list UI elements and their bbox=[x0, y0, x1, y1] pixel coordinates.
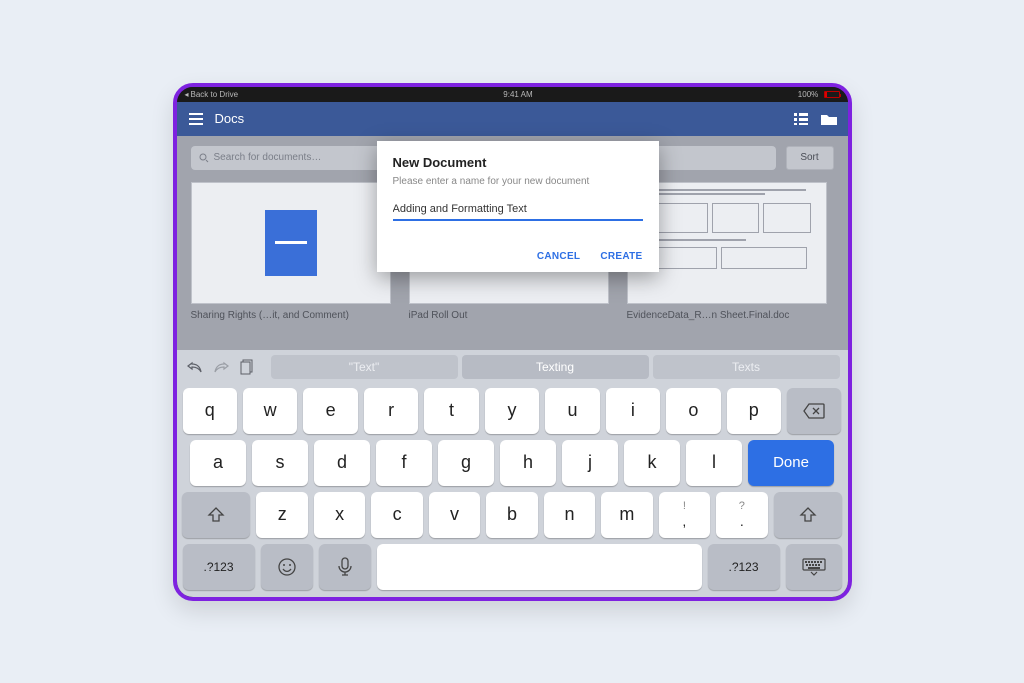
key-k[interactable]: k bbox=[624, 440, 680, 486]
doc-title: iPad Roll Out bbox=[409, 310, 609, 321]
key-l[interactable]: l bbox=[686, 440, 742, 486]
battery-icon bbox=[824, 91, 840, 98]
ios-status-bar: ◂Back to Drive 9:41 AM 100% bbox=[177, 87, 848, 102]
key-backspace[interactable] bbox=[787, 388, 841, 434]
key-numbers[interactable]: .?123 bbox=[183, 544, 255, 590]
key-q[interactable]: q bbox=[183, 388, 237, 434]
key-v[interactable]: v bbox=[429, 492, 480, 538]
key-o[interactable]: o bbox=[666, 388, 720, 434]
dialog-title: New Document bbox=[393, 155, 643, 170]
key-emoji[interactable] bbox=[261, 544, 313, 590]
key-r[interactable]: r bbox=[364, 388, 418, 434]
key-p[interactable]: p bbox=[727, 388, 781, 434]
key-z[interactable]: z bbox=[256, 492, 307, 538]
dialog-subtitle: Please enter a name for your new documen… bbox=[393, 176, 643, 187]
kb-suggestion[interactable]: Texts bbox=[653, 355, 840, 379]
key-c[interactable]: c bbox=[371, 492, 422, 538]
folder-icon[interactable] bbox=[820, 110, 838, 128]
kb-suggestion[interactable]: "Text" bbox=[271, 355, 458, 379]
menu-icon[interactable] bbox=[187, 110, 205, 128]
key-dictation[interactable] bbox=[319, 544, 371, 590]
key-shift[interactable] bbox=[182, 492, 250, 538]
key-b[interactable]: b bbox=[486, 492, 537, 538]
key-shift[interactable] bbox=[774, 492, 842, 538]
app-header: Docs bbox=[177, 102, 848, 136]
key-hide-keyboard[interactable] bbox=[786, 544, 842, 590]
key-t[interactable]: t bbox=[424, 388, 478, 434]
key-e[interactable]: e bbox=[303, 388, 357, 434]
list-view-icon[interactable] bbox=[792, 110, 810, 128]
cancel-button[interactable]: CANCEL bbox=[537, 251, 580, 262]
key-punct[interactable]: ?. bbox=[716, 492, 767, 538]
doc-title: Sharing Rights (…it, and Comment) bbox=[191, 310, 391, 321]
key-y[interactable]: y bbox=[485, 388, 539, 434]
key-x[interactable]: x bbox=[314, 492, 365, 538]
key-u[interactable]: u bbox=[545, 388, 599, 434]
status-right: 100% bbox=[798, 90, 840, 99]
key-f[interactable]: f bbox=[376, 440, 432, 486]
app-title: Docs bbox=[215, 111, 245, 126]
key-i[interactable]: i bbox=[606, 388, 660, 434]
doc-title: EvidenceData_R…n Sheet.Final.doc bbox=[627, 310, 827, 321]
doc-card[interactable]: Sharing Rights (…it, and Comment) bbox=[191, 182, 391, 321]
key-n[interactable]: n bbox=[544, 492, 595, 538]
document-name-input[interactable] bbox=[393, 197, 643, 221]
key-j[interactable]: j bbox=[562, 440, 618, 486]
undo-icon[interactable] bbox=[185, 357, 205, 377]
sort-button[interactable]: Sort bbox=[786, 146, 834, 170]
key-numbers[interactable]: .?123 bbox=[708, 544, 780, 590]
create-button[interactable]: CREATE bbox=[600, 251, 642, 262]
kb-suggestion[interactable]: Texting bbox=[462, 355, 649, 379]
ipad-frame: ◂Back to Drive 9:41 AM 100% Docs Search … bbox=[173, 83, 852, 601]
redo-icon[interactable] bbox=[211, 357, 231, 377]
key-h[interactable]: h bbox=[500, 440, 556, 486]
status-time: 9:41 AM bbox=[503, 90, 532, 99]
key-m[interactable]: m bbox=[601, 492, 652, 538]
clipboard-icon[interactable] bbox=[237, 357, 257, 377]
new-document-dialog: New Document Please enter a name for you… bbox=[377, 141, 659, 272]
key-w[interactable]: w bbox=[243, 388, 297, 434]
key-s[interactable]: s bbox=[252, 440, 308, 486]
ios-keyboard: "Text" Texting Texts qwertyuiop asdfghjk… bbox=[177, 350, 848, 597]
key-a[interactable]: a bbox=[190, 440, 246, 486]
key-space[interactable] bbox=[377, 544, 702, 590]
back-to-drive-link[interactable]: ◂Back to Drive bbox=[185, 90, 239, 99]
docs-file-icon bbox=[265, 210, 317, 276]
key-g[interactable]: g bbox=[438, 440, 494, 486]
key-done[interactable]: Done bbox=[748, 440, 834, 486]
key-punct[interactable]: !, bbox=[659, 492, 710, 538]
key-d[interactable]: d bbox=[314, 440, 370, 486]
